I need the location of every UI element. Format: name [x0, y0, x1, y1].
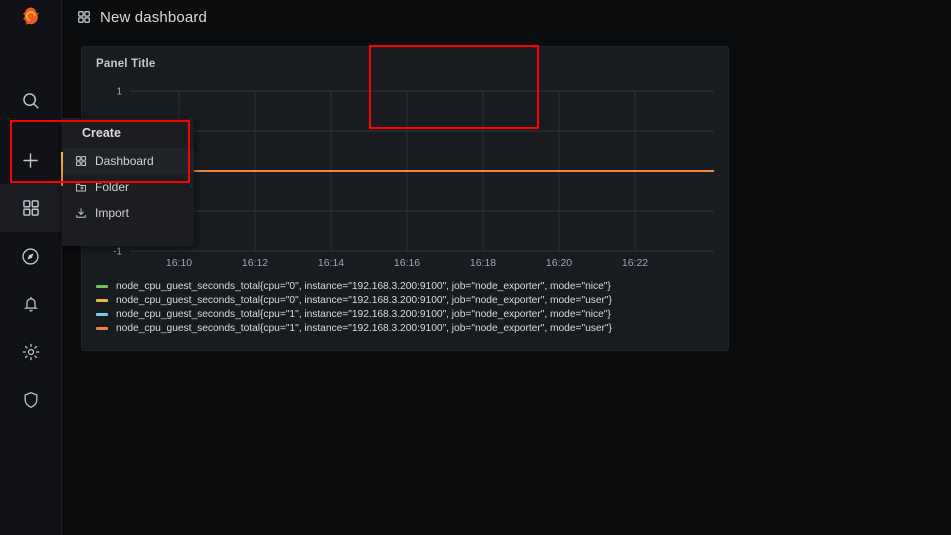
- import-icon: [75, 207, 88, 219]
- svg-text:16:22: 16:22: [622, 257, 648, 268]
- legend-item[interactable]: node_cpu_guest_seconds_total{cpu="1", in…: [92, 307, 726, 321]
- create-menu-item-label: Dashboard: [95, 154, 154, 168]
- grafana-logo-icon[interactable]: [0, 0, 62, 34]
- search-icon: [20, 90, 41, 111]
- gear-icon: [21, 342, 41, 362]
- legend-color-swatch: [96, 284, 108, 288]
- svg-text:-1: -1: [113, 247, 122, 258]
- svg-text:16:12: 16:12: [242, 257, 268, 268]
- svg-text:16:10: 16:10: [166, 257, 192, 268]
- legend-item-label: node_cpu_guest_seconds_total{cpu="0", in…: [116, 294, 612, 306]
- plus-icon: [20, 150, 41, 171]
- create-menu-item-import[interactable]: Import: [62, 200, 194, 226]
- create-menu-item-dashboard[interactable]: Dashboard: [62, 148, 194, 174]
- legend-item[interactable]: node_cpu_guest_seconds_total{cpu="1", in…: [92, 321, 726, 335]
- sidebar-item-configuration[interactable]: [0, 328, 62, 376]
- chart-x-axis-labels: 16:10 16:12 16:14 16:16 16:18 16:20 16:2…: [166, 257, 648, 268]
- sidebar-item-create[interactable]: [0, 136, 62, 184]
- legend-item-label: node_cpu_guest_seconds_total{cpu="1", in…: [116, 308, 611, 320]
- create-dropdown-menu: Create Dashboard Folder Import: [62, 118, 194, 246]
- compass-icon: [20, 246, 41, 267]
- panel-title[interactable]: Panel Title: [96, 58, 156, 70]
- dashboard-header: New dashboard: [62, 0, 951, 34]
- legend-color-swatch: [96, 326, 108, 330]
- page-title: New dashboard: [100, 8, 208, 26]
- svg-text:16:14: 16:14: [318, 257, 344, 268]
- chart-legend: node_cpu_guest_seconds_total{cpu="0", in…: [92, 279, 726, 335]
- create-menu-item-label: Import: [95, 206, 130, 220]
- legend-item-label: node_cpu_guest_seconds_total{cpu="0", in…: [116, 280, 611, 292]
- grafana-app-window: New dashboard Panel Title 1 -1 16:10 16:…: [0, 0, 951, 535]
- sidebar-item-dashboards[interactable]: [0, 184, 62, 232]
- shield-icon: [21, 390, 41, 410]
- sidebar-item-search[interactable]: [0, 76, 62, 124]
- create-menu-item-folder[interactable]: Folder: [62, 174, 194, 200]
- apps-grid-icon: [21, 198, 41, 218]
- create-menu-item-label: Folder: [95, 180, 130, 194]
- legend-item[interactable]: node_cpu_guest_seconds_total{cpu="0", in…: [92, 293, 726, 307]
- apps-grid-icon: [75, 155, 88, 167]
- sidebar-item-explore[interactable]: [0, 232, 62, 280]
- create-menu-header: Create: [82, 126, 121, 140]
- svg-text:1: 1: [116, 87, 122, 98]
- sidebar-nav: [0, 0, 62, 535]
- apps-grid-icon: [77, 10, 91, 24]
- folder-plus-icon: [75, 181, 88, 193]
- active-nav-indicator: [61, 152, 63, 186]
- legend-item[interactable]: node_cpu_guest_seconds_total{cpu="0", in…: [92, 279, 726, 293]
- legend-color-swatch: [96, 312, 108, 316]
- svg-text:16:18: 16:18: [470, 257, 496, 268]
- sidebar-item-server-admin[interactable]: [0, 376, 62, 424]
- legend-item-label: node_cpu_guest_seconds_total{cpu="1", in…: [116, 322, 612, 334]
- legend-color-swatch: [96, 298, 108, 302]
- svg-text:16:20: 16:20: [546, 257, 572, 268]
- sidebar-item-alerting[interactable]: [0, 280, 62, 328]
- bell-icon: [21, 294, 41, 314]
- svg-text:16:16: 16:16: [394, 257, 420, 268]
